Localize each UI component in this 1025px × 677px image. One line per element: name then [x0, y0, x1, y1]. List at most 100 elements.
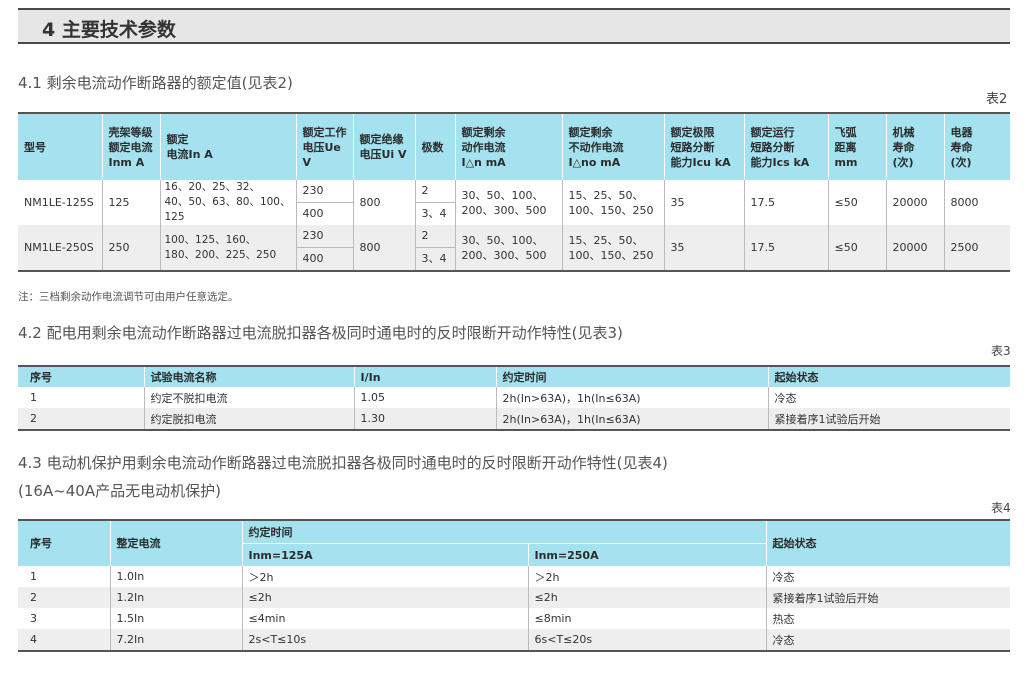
cell-idno: 15、25、50、 100、150、250: [562, 180, 665, 225]
cell-no: 3: [18, 608, 111, 629]
cell-no: 2: [18, 408, 145, 430]
cell-name: 约定脱扣电流: [144, 408, 355, 430]
header-setting: 整定电流: [110, 520, 243, 566]
header-poles: 极数: [421, 140, 444, 154]
cell-state: 冷态: [772, 570, 795, 584]
cell-ue: 230 400: [296, 225, 354, 271]
header-in: 额定 电流In A: [166, 133, 213, 161]
cell-elec: 2500: [944, 225, 1010, 271]
cell-poles-34: 3、4: [415, 247, 454, 270]
cell-idn: 30、50、100、 200、300、500: [455, 225, 563, 271]
header-ratio: I/In: [354, 366, 497, 387]
cell-time-250: 6s<T≤20s: [528, 629, 767, 651]
cell-mech: 20000: [886, 180, 945, 225]
cell-ue-400: 400: [296, 247, 352, 270]
cell-time-125: ＞2h: [242, 566, 529, 587]
cell-poles-2: 2: [421, 184, 429, 197]
cell-state: 紧接着序1试验后开始: [766, 587, 1010, 608]
cell-ui: 800: [353, 225, 416, 271]
header-no: 序号: [18, 520, 111, 566]
cell-time: 2h(In>63A)，1h(In≤63A): [496, 387, 769, 408]
table-row: 2 1.2In ≤2h ≤2h 紧接着序1试验后开始: [18, 587, 1010, 608]
cell-time-250: ≤8min: [528, 608, 767, 629]
cell-poles-34: 3、4: [415, 202, 454, 225]
header-cell: 壳架等级 额定电流 Inm A: [102, 113, 161, 180]
cell-poles: 2 3、4: [415, 225, 456, 271]
table3-label: 表3: [991, 344, 1011, 358]
cell-time-125: ≤4min: [242, 608, 529, 629]
header-ui: 额定绝缘 电压Ui V: [359, 133, 407, 161]
cell-idno: 15、25、50、 100、150、250: [562, 225, 665, 271]
header-idno: 额定剩余 不动作电流 I△no mA: [568, 125, 624, 169]
table2-header-row: 型号 壳架等级 额定电流 Inm A 额定 电流In A 额定工作 电压Ue V…: [18, 113, 1010, 180]
cell-ratio: 1.05: [354, 387, 497, 408]
cell-arc: ≤50: [828, 225, 887, 271]
table4-label: 表4: [991, 501, 1011, 515]
table2-note: 注：三档剩余动作电流调节可由用户任意选定。: [18, 291, 239, 303]
header-cell: 极数: [415, 113, 456, 180]
header-elec: 电器 寿命 (次): [950, 125, 973, 169]
cell-no: 1: [18, 566, 111, 587]
cell-no: 2: [18, 587, 111, 608]
header-state: 起始状态: [768, 366, 1010, 387]
table-row: 2 约定脱扣电流 1.30 2h(In>63A)，1h(In≤63A) 紧接着序…: [18, 408, 1010, 430]
cell-icu: 35: [664, 180, 745, 225]
heading-4-3: 4.3 电动机保护用剩余电流动作断路器过电流脱扣器各极同时通电时的反时限断开动作…: [18, 454, 668, 472]
cell-in: 16、20、25、32、 40、50、63、80、100、125: [160, 180, 297, 225]
header-cell: 额定剩余 不动作电流 I△no mA: [562, 113, 665, 180]
cell-no: 1: [18, 387, 145, 408]
header-cell: 电器 寿命 (次): [944, 113, 1010, 180]
cell-ue-230: 230: [302, 229, 324, 242]
header-time: 约定时间: [242, 520, 767, 544]
header-cell: 额定极限 短路分断 能力Icu kA: [664, 113, 745, 180]
cell-model: NM1LE-125S: [18, 180, 103, 225]
table-row: 1 约定不脱扣电流 1.05 2h(In>63A)，1h(In≤63A) 冷态: [18, 387, 1010, 408]
header-cell: 飞弧 距离 mm: [828, 113, 887, 180]
cell-inm: 125: [102, 180, 161, 225]
cell-time-125: ≤2h: [242, 587, 529, 608]
heading-4-3-sub: (16A~40A产品无电动机保护): [18, 482, 221, 500]
cell-icu: 35: [664, 225, 745, 271]
cell-state: 热态: [772, 612, 795, 626]
cell-state: 冷态: [768, 387, 1010, 408]
section-banner: 4 主要技术参数: [18, 8, 1010, 44]
table3-header-row: 序号 试验电流名称 I/In 约定时间 起始状态: [18, 366, 1010, 387]
table-row: 4 7.2In 2s<T≤10s 6s<T≤20s 冷态: [18, 629, 1010, 651]
cell-ui: 800: [353, 180, 416, 225]
cell-time-125: 2s<T≤10s: [242, 629, 529, 651]
cell-arc: ≤50: [828, 180, 887, 225]
header-ics: 额定运行 短路分断 能力Ics kA: [750, 125, 810, 169]
cell-poles-2: 2: [421, 229, 429, 242]
header-cell: 额定剩余 动作电流 I△n mA: [455, 113, 563, 180]
cell-ue: 230 400: [296, 180, 354, 225]
header-mech: 机械 寿命 (次): [892, 125, 915, 169]
cell-time-250: ＞2h: [528, 566, 767, 587]
cell-ue-230: 230: [302, 184, 324, 197]
cell-state: 冷态: [766, 629, 1010, 651]
cell-ue-400: 400: [296, 202, 352, 225]
table-row: NM1LE-125S 125 16、20、25、32、 40、50、63、80、…: [18, 180, 1010, 225]
header-test-current: 试验电流名称: [144, 366, 355, 387]
cell-setting: 7.2In: [110, 629, 243, 651]
header-inm250: Inm=250A: [528, 543, 766, 566]
table4-header-row: 序号 整定电流 约定时间 起始状态: [18, 520, 1010, 566]
cell-time: 2h(In>63A)，1h(In≤63A): [496, 408, 769, 430]
table-row: 1 1.0In ＞2h ＞2h 冷态: [18, 566, 1010, 587]
header-cell: 机械 寿命 (次): [886, 113, 945, 180]
header-cell: 型号: [18, 113, 103, 180]
table-2: 型号 壳架等级 额定电流 Inm A 额定 电流In A 额定工作 电压Ue V…: [18, 112, 1010, 272]
cell-setting: 1.0In: [110, 566, 243, 587]
cell-idn: 30、50、100、 200、300、500: [455, 180, 563, 225]
table-4: 序号 整定电流 约定时间 起始状态 Inm=125A Inm=250A 1 1.…: [18, 519, 1010, 652]
cell-poles: 2 3、4: [415, 180, 456, 225]
header-ue: 额定工作 电压Ue V: [302, 125, 347, 169]
cell-name: 约定不脱扣电流: [144, 387, 355, 408]
cell-setting: 1.5In: [110, 608, 243, 629]
cell-mech: 20000: [886, 225, 945, 271]
header-cell: 额定运行 短路分断 能力Ics kA: [744, 113, 829, 180]
cell-inm: 250: [102, 225, 161, 271]
header-idn: 额定剩余 动作电流 I△n mA: [461, 125, 506, 169]
heading-4-2: 4.2 配电用剩余电流动作断路器过电流脱扣器各极同时通电时的反时限断开动作特性(…: [18, 324, 623, 342]
cell-ics: 17.5: [744, 225, 829, 271]
header-icu: 额定极限 短路分断 能力Icu kA: [670, 125, 731, 169]
